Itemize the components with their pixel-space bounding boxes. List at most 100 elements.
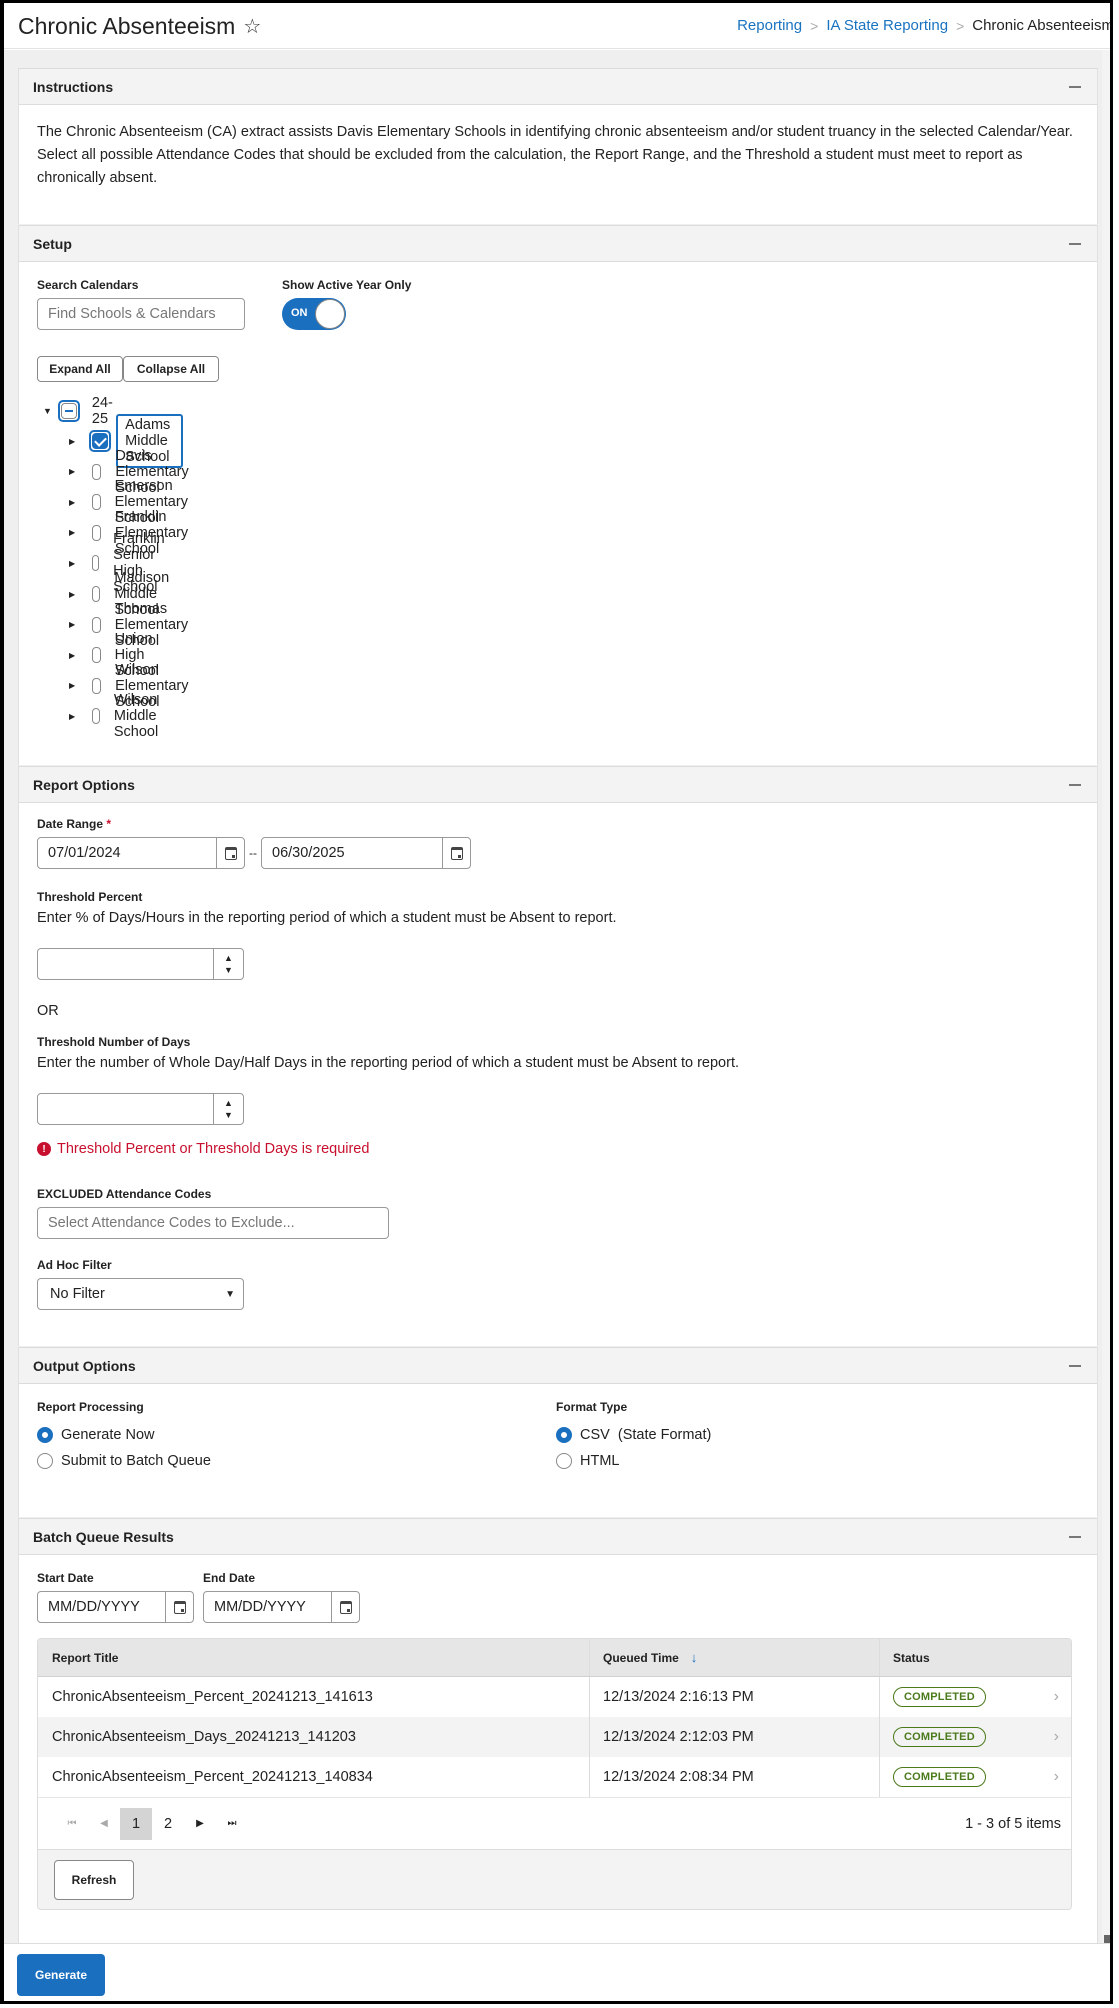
page-2-button[interactable]: 2 [152,1808,184,1840]
breadcrumb-ia-state-reporting[interactable]: IA State Reporting [826,17,948,34]
star-outline-icon[interactable]: ☆ [243,14,261,39]
caret-right-icon[interactable]: ▶ [69,498,75,507]
school-checkbox[interactable] [92,708,100,725]
report-processing-option[interactable]: Submit to Batch Queue [37,1448,211,1474]
caret-right-icon[interactable]: ▶ [69,651,75,660]
school-checkbox[interactable] [92,433,109,449]
caret-right-icon[interactable]: ▶ [69,590,75,599]
column-header-status[interactable]: Status [880,1639,1071,1676]
table-row[interactable]: ChronicAbsenteeism_Days_20241213_141203 1… [38,1717,1071,1757]
radio-button[interactable] [556,1427,572,1443]
decrement-icon[interactable]: ▼ [224,964,233,976]
calendar-icon [173,1600,186,1614]
caret-right-icon[interactable]: ▶ [69,467,75,476]
page-1-button[interactable]: 1 [120,1807,152,1840]
collapse-all-button[interactable]: Collapse All [123,356,219,382]
format-type-option[interactable]: HTML [556,1448,711,1474]
chevron-right-icon[interactable]: › [1054,1728,1059,1746]
stepper-arrows[interactable]: ▲ ▼ [213,949,243,979]
school-checkbox[interactable] [92,647,101,664]
school-label[interactable]: Wilson Middle School [114,692,170,740]
collapse-icon[interactable] [1069,1535,1081,1538]
setup-header[interactable]: Setup [19,225,1097,262]
cell-report-title: ChronicAbsenteeism_Days_20241213_141203 [38,1717,590,1757]
caret-right-icon[interactable]: ▶ [69,437,75,446]
queued-time-text: 12/13/2024 2:08:34 PM [603,1769,754,1785]
collapse-icon[interactable] [1069,783,1081,786]
batch-start-date-placeholder: MM/DD/YYYY [48,1599,140,1615]
start-date-value: 07/01/2024 [48,845,121,861]
school-checkbox[interactable] [92,494,101,511]
scrollbar[interactable] [1102,50,1110,1943]
threshold-percent-stepper[interactable]: ▲ ▼ [37,948,244,980]
stepper-arrows[interactable]: ▲ ▼ [213,1094,243,1124]
excluded-codes-input[interactable]: Select Attendance Codes to Exclude... [37,1207,389,1239]
batch-end-date-input[interactable]: MM/DD/YYYY [203,1591,360,1623]
search-calendars-input[interactable]: Find Schools & Calendars [37,298,245,330]
status-badge: COMPLETED [893,1687,986,1707]
caret-right-icon[interactable]: ▶ [69,559,75,568]
output-options-header[interactable]: Output Options [19,1347,1097,1384]
threshold-percent-label: Threshold Percent [37,890,143,904]
last-page-icon[interactable]: ⏭ [216,1808,248,1840]
collapse-icon[interactable] [1069,242,1081,245]
report-options-header[interactable]: Report Options [19,766,1097,803]
adhoc-filter-select[interactable]: No Filter ▼ [37,1278,244,1310]
school-checkbox[interactable] [92,555,100,572]
queued-time-text: 12/13/2024 2:16:13 PM [603,1689,754,1705]
batch-end-date-calendar-button[interactable] [331,1592,359,1622]
start-date-input[interactable]: 07/01/2024 [37,837,245,869]
start-date-calendar-button[interactable] [216,838,244,868]
active-year-label: Show Active Year Only [282,278,412,292]
year-label[interactable]: 24-25 [92,395,114,427]
batch-start-date-input[interactable]: MM/DD/YYYY [37,1591,194,1623]
threshold-days-stepper[interactable]: ▲ ▼ [37,1093,244,1125]
radio-button[interactable] [37,1453,53,1469]
active-year-toggle[interactable]: ON [282,298,346,330]
caret-down-icon[interactable]: ▼ [43,406,52,416]
caret-right-icon[interactable]: ▶ [69,620,75,629]
collapse-icon[interactable] [1069,85,1081,88]
batch-start-date-calendar-button[interactable] [165,1592,193,1622]
school-checkbox[interactable] [92,586,101,602]
column-header-report-title[interactable]: Report Title [38,1639,590,1676]
school-checkbox[interactable] [92,616,101,633]
next-page-icon[interactable]: ▶ [184,1808,216,1840]
scrollbar-thumb[interactable] [1104,1935,1110,1943]
column-header-label: Queued Time [603,1650,679,1665]
toggle-knob [315,299,345,329]
chevron-right-icon[interactable]: › [1054,1768,1059,1786]
caret-right-icon[interactable]: ▶ [69,681,75,690]
end-date-calendar-button[interactable] [442,838,470,868]
sort-descending-icon: ↓ [690,1650,698,1665]
instructions-header[interactable]: Instructions [19,68,1097,105]
school-checkbox[interactable] [92,677,102,694]
caret-right-icon[interactable]: ▶ [69,528,75,537]
expand-all-button[interactable]: Expand All [37,356,123,382]
breadcrumb-reporting[interactable]: Reporting [737,17,802,34]
year-checkbox[interactable] [60,403,77,419]
search-placeholder: Find Schools & Calendars [48,306,216,322]
page-header: Chronic Absenteeism ☆ Reporting > IA Sta… [4,3,1110,49]
school-checkbox[interactable] [92,524,101,541]
table-row[interactable]: ChronicAbsenteeism_Percent_20241213_1408… [38,1757,1071,1797]
batch-queue-header[interactable]: Batch Queue Results [19,1518,1097,1555]
end-date-input[interactable]: 06/30/2025 [261,837,471,869]
chevron-right-icon[interactable]: › [1054,1688,1059,1706]
column-header-queued-time[interactable]: Queued Time ↓ [590,1639,880,1676]
caret-right-icon[interactable]: ▶ [69,712,75,721]
collapse-icon[interactable] [1069,1364,1081,1367]
school-checkbox[interactable] [92,463,102,480]
radio-button[interactable] [37,1427,53,1443]
table-row[interactable]: ChronicAbsenteeism_Percent_20241213_1416… [38,1677,1071,1717]
report-processing-option[interactable]: Generate Now [37,1422,211,1448]
refresh-button[interactable]: Refresh [54,1859,134,1900]
radio-button[interactable] [556,1453,572,1469]
decrement-icon[interactable]: ▼ [224,1109,233,1121]
previous-page-icon[interactable]: ◀ [88,1808,120,1840]
format-type-option[interactable]: CSV (State Format) [556,1422,711,1448]
increment-icon[interactable]: ▲ [224,952,233,964]
increment-icon[interactable]: ▲ [224,1097,233,1109]
first-page-icon[interactable]: ⏮ [56,1808,88,1840]
generate-button[interactable]: Generate [17,1954,105,1996]
